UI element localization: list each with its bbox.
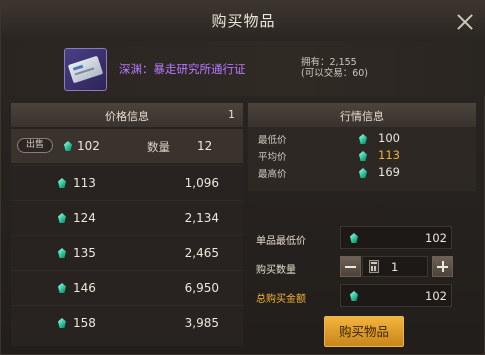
row-price: 158 bbox=[73, 316, 96, 330]
gem-icon bbox=[57, 282, 66, 294]
price-panel-title: 价格信息 bbox=[105, 110, 149, 123]
highest-price-label: 最高价 bbox=[258, 169, 287, 180]
owned-count: 拥有：2,155 bbox=[301, 57, 357, 68]
sell-listing-row[interactable]: 出售 102 数量 12 bbox=[11, 129, 243, 163]
close-icon[interactable] bbox=[456, 13, 474, 31]
gem-icon bbox=[358, 133, 367, 145]
row-price: 124 bbox=[73, 211, 96, 225]
row-price: 113 bbox=[73, 176, 96, 190]
quantity-value: 1 bbox=[391, 260, 399, 274]
sell-quantity: 12 bbox=[197, 139, 213, 153]
tradable-count: (可以交易：60) bbox=[301, 68, 369, 79]
quantity-stepper: 1 bbox=[1, 256, 485, 278]
average-price-value: 113 bbox=[378, 148, 400, 162]
price-panel-header: 价格信息 1 bbox=[11, 103, 243, 127]
market-info-title: 行情信息 bbox=[340, 110, 384, 123]
title-bar: 购买物品 bbox=[1, 1, 485, 42]
pass-card-icon bbox=[64, 48, 107, 91]
row-price: 146 bbox=[73, 281, 96, 295]
owned-info: 拥有：2,155 (可以交易：60) bbox=[301, 57, 368, 79]
price-row[interactable]: 124 2,134 bbox=[11, 200, 243, 235]
gem-icon bbox=[358, 150, 367, 162]
unit-min-price-label: 单品最低价 bbox=[256, 236, 306, 247]
row-quantity: 6,950 bbox=[184, 281, 219, 295]
market-info-header: 行情信息 bbox=[248, 103, 476, 127]
gem-icon bbox=[349, 290, 358, 302]
item-header: 深渊：暴走研究所通行证 拥有：2,155 (可以交易：60) bbox=[1, 41, 485, 96]
quantity-input[interactable]: 1 bbox=[362, 256, 428, 277]
item-name: 深渊：暴走研究所通行证 bbox=[119, 62, 246, 76]
price-row[interactable]: 113 1,096 bbox=[11, 165, 243, 200]
quantity-label: 数量 bbox=[147, 140, 170, 154]
total-amount-value: 102 bbox=[425, 289, 447, 303]
market-info-panel: 行情信息 最低价 100 平均价 113 最高价 169 bbox=[248, 103, 476, 191]
lowest-price-label: 最低价 bbox=[258, 135, 287, 146]
gem-icon bbox=[358, 167, 367, 179]
unit-min-price-field: 102 bbox=[340, 226, 452, 249]
highest-price-row: 最高价 169 bbox=[248, 165, 476, 181]
sell-price: 102 bbox=[77, 139, 100, 153]
average-price-label: 平均价 bbox=[258, 152, 287, 163]
plus-icon[interactable] bbox=[432, 256, 453, 277]
highest-price-value: 169 bbox=[378, 165, 400, 179]
gem-icon bbox=[57, 212, 66, 224]
row-quantity: 1,096 bbox=[184, 176, 219, 190]
unit-min-price-value: 102 bbox=[425, 231, 447, 245]
calculator-icon[interactable] bbox=[369, 260, 379, 273]
gem-icon bbox=[349, 232, 358, 244]
lowest-price-row: 最低价 100 bbox=[248, 131, 476, 147]
gem-icon bbox=[63, 140, 72, 152]
row-quantity: 2,134 bbox=[184, 211, 219, 225]
buy-button[interactable]: 购买物品 bbox=[324, 316, 404, 347]
buy-item-dialog: 购买物品 深渊：暴走研究所通行证 拥有：2,155 (可以交易：60) 价格信息… bbox=[0, 0, 485, 355]
minus-icon[interactable] bbox=[340, 256, 361, 277]
lowest-price-value: 100 bbox=[378, 131, 400, 145]
gem-icon bbox=[57, 317, 66, 329]
total-amount-label: 总购买金额 bbox=[256, 294, 306, 305]
price-panel: 价格信息 1 出售 102 数量 12 113 1,096 124 2,134 … bbox=[11, 103, 243, 346]
price-panel-count: 1 bbox=[228, 108, 235, 121]
average-price-row: 平均价 113 bbox=[248, 148, 476, 164]
gem-icon bbox=[57, 177, 66, 189]
sell-badge: 出售 bbox=[17, 138, 53, 153]
price-row[interactable]: 158 3,985 bbox=[11, 305, 243, 340]
row-quantity: 3,985 bbox=[184, 316, 219, 330]
dialog-title: 购买物品 bbox=[211, 12, 276, 30]
total-amount-field: 102 bbox=[340, 284, 452, 307]
